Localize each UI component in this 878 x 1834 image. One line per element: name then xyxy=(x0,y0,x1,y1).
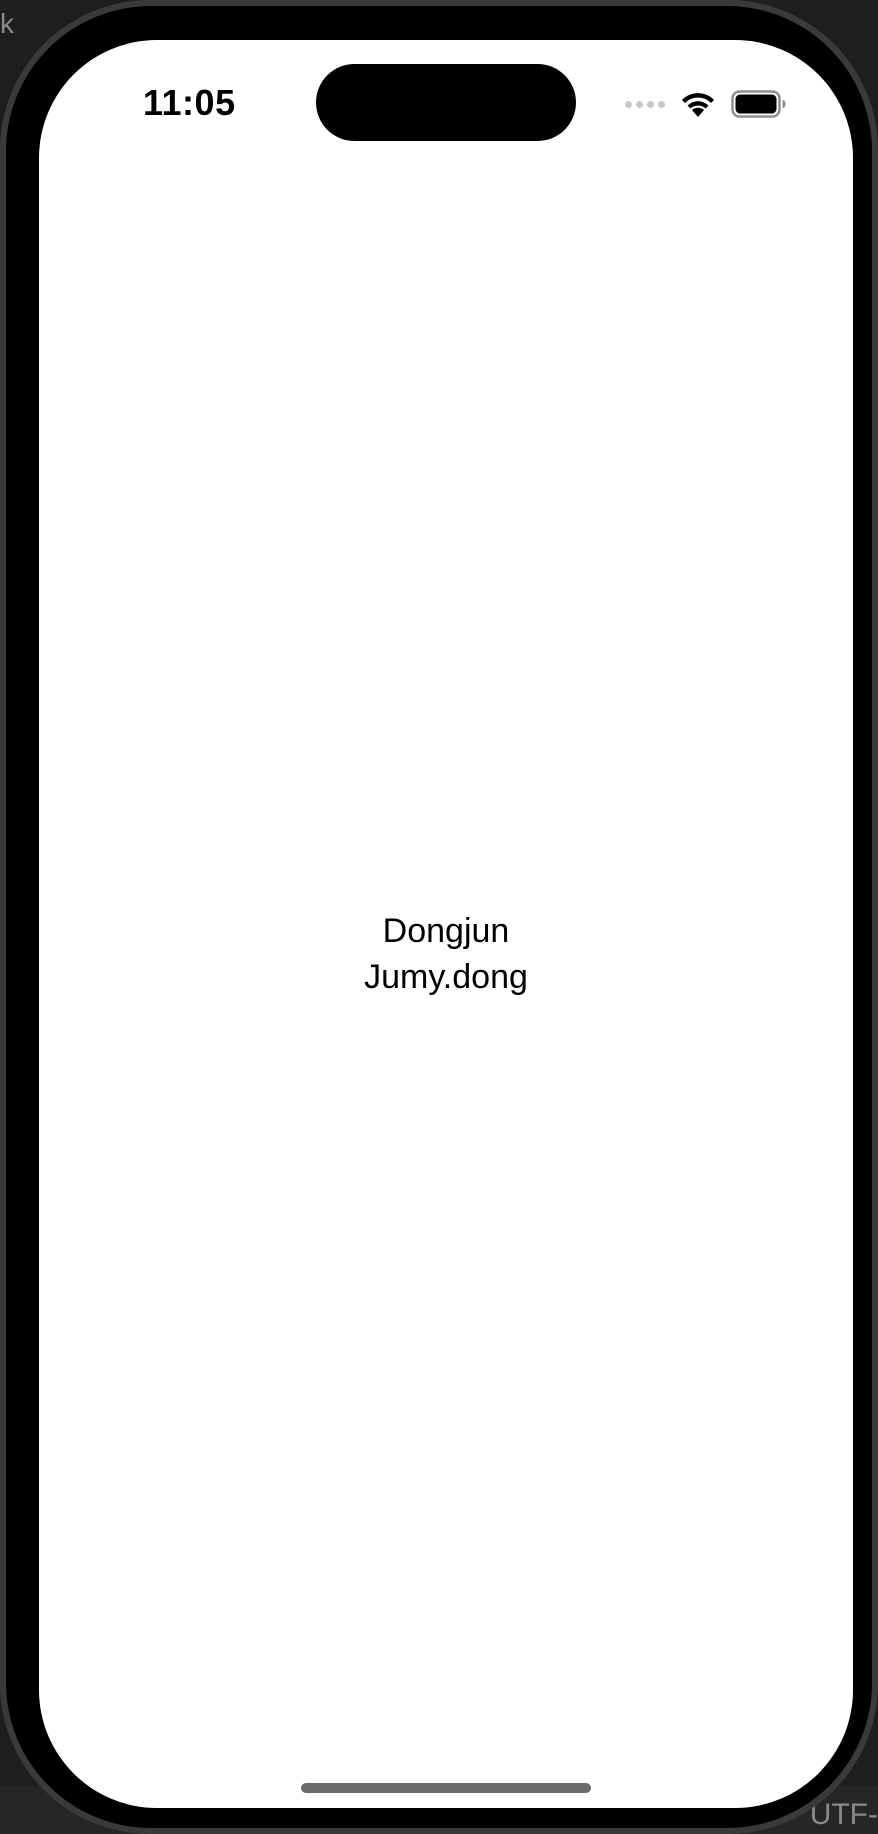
battery-icon xyxy=(731,90,787,118)
phone-screen: 11:05 Dongjun Jumy.dong xyxy=(39,40,853,1808)
status-time: 11:05 xyxy=(143,82,236,123)
status-icons xyxy=(625,84,787,124)
host-top-fragment: k xyxy=(0,8,14,39)
signal-dots-icon xyxy=(625,100,665,108)
phone-bezel: 11:05 Dongjun Jumy.dong xyxy=(6,6,872,1828)
wifi-icon xyxy=(679,89,717,119)
phone-frame: 11:05 Dongjun Jumy.dong xyxy=(0,0,878,1834)
name-label: Dongjun xyxy=(382,912,510,950)
username-label: Jumy.dong xyxy=(364,958,528,996)
home-indicator[interactable] xyxy=(301,1783,591,1793)
dynamic-island xyxy=(316,64,576,141)
content-text: Dongjun Jumy.dong xyxy=(39,908,853,1000)
host-encoding-fragment: UTF- xyxy=(809,1798,878,1831)
